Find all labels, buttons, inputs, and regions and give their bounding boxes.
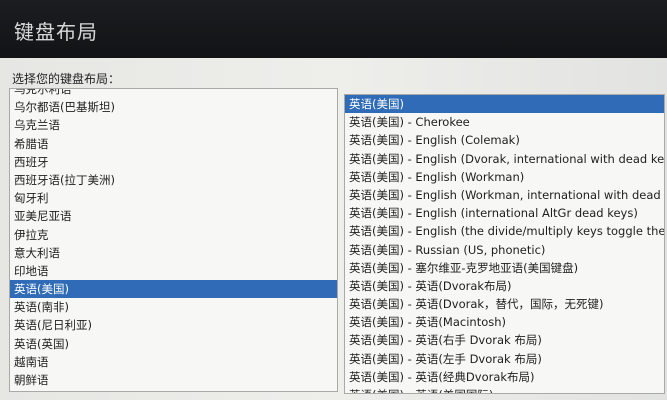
variant-item[interactable]: 英语(美国) - 英语(Dvorak，替代，国际，无死键): [345, 295, 664, 313]
language-item[interactable]: 英语(英国): [10, 335, 337, 353]
variant-item[interactable]: 英语(美国) - 塞尔维亚-克罗地亚语(美国键盘): [345, 259, 664, 277]
variant-item[interactable]: 英语(美国) - Russian (US, phonetic): [345, 241, 664, 259]
variant-item[interactable]: 英语(美国) - English (Dvorak, international …: [345, 150, 664, 168]
language-item[interactable]: 希腊语: [10, 135, 337, 153]
language-item[interactable]: 朝鲜语: [10, 371, 337, 389]
language-item[interactable]: 乌尔都语(巴基斯坦): [10, 98, 337, 116]
language-item[interactable]: 乌克尔利语: [10, 89, 337, 98]
variant-item[interactable]: 英语(美国) - English (the divide/multiply ke…: [345, 222, 664, 240]
variant-item[interactable]: 英语(美国): [345, 95, 664, 114]
variant-item[interactable]: 英语(美国) - 英语(Macintosh): [345, 313, 664, 331]
variant-item[interactable]: 英语(美国) - English (international AltGr de…: [345, 204, 664, 222]
language-item[interactable]: 亚美尼亚语: [10, 207, 337, 225]
variant-item[interactable]: 英语(美国) - 英语(右手 Dvorak 布局): [345, 331, 664, 349]
language-item[interactable]: 伊拉克: [10, 226, 337, 244]
language-item[interactable]: 英语(尼日利亚): [10, 316, 337, 334]
variant-item[interactable]: 英语(美国) - 英语(经典Dvorak布局): [345, 368, 664, 386]
language-item[interactable]: 西班牙: [10, 153, 337, 171]
keyboard-variant-list[interactable]: 英语(美国) 英语(美国) - Cherokee 英语(美国) - Englis…: [344, 94, 665, 394]
language-item[interactable]: 越南语: [10, 353, 337, 371]
variant-item[interactable]: 英语(美国) - 英语(Dvorak布局): [345, 277, 664, 295]
window-titlebar: 键盘布局: [0, 0, 667, 58]
language-item[interactable]: 英语(美国): [10, 280, 337, 299]
language-item[interactable]: 匈牙利: [10, 189, 337, 207]
variant-item[interactable]: 英语(美国) - 英语(左手 Dvorak 布局): [345, 350, 664, 368]
variant-item[interactable]: 英语(美国) - English (Colemak): [345, 131, 664, 149]
keyboard-layout-panel: 选择您的键盘布局： 乌克尔利语 乌尔都语(巴基斯坦) 乌克兰语 希腊语 西班牙 …: [0, 58, 667, 400]
keyboard-language-list[interactable]: 乌克尔利语 乌尔都语(巴基斯坦) 乌克兰语 希腊语 西班牙 西班牙语(拉丁美洲)…: [9, 88, 338, 392]
language-item[interactable]: 意大利语: [10, 244, 337, 262]
window-title: 键盘布局: [14, 20, 98, 44]
language-item[interactable]: 西班牙语(拉丁美洲): [10, 171, 337, 189]
variant-item[interactable]: 英语(美国) - English (Workman): [345, 168, 664, 186]
layout-prompt-label: 选择您的键盘布局：: [12, 72, 121, 86]
variant-item[interactable]: 英语(美国) - 英语(美国国际): [345, 386, 664, 393]
variant-item[interactable]: 英语(美国) - Cherokee: [345, 113, 664, 131]
language-item[interactable]: 乌克兰语: [10, 116, 337, 134]
language-item[interactable]: 英语(南非): [10, 298, 337, 316]
variant-item[interactable]: 英语(美国) - English (Workman, international…: [345, 186, 664, 204]
language-item[interactable]: 印地语: [10, 262, 337, 280]
